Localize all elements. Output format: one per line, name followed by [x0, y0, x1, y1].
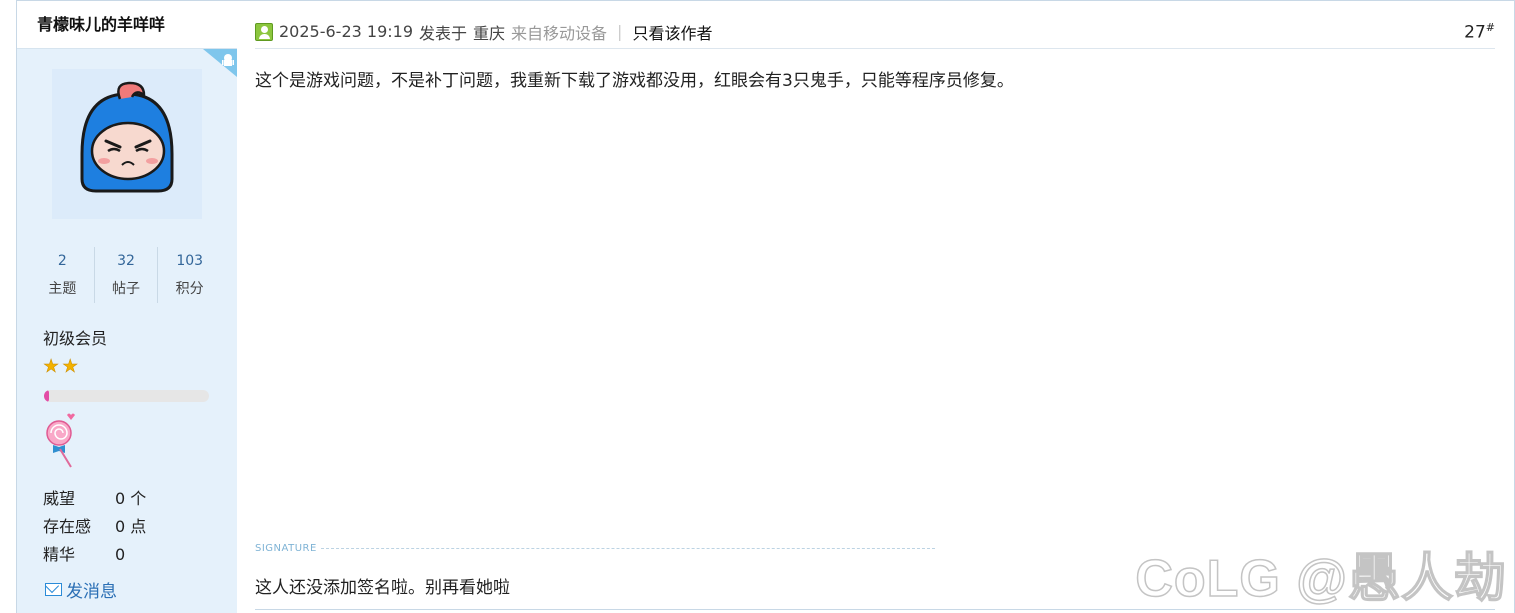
info-value: 0	[115, 545, 126, 564]
stat-posts-label: 帖子	[112, 281, 140, 297]
android-icon	[203, 49, 237, 77]
rank-stars: ★ ★	[43, 356, 79, 377]
info-key: 存在感	[43, 517, 92, 536]
floor-number[interactable]: 27#	[1464, 21, 1495, 43]
stat-posts-value: 32	[117, 253, 135, 269]
user-info: 威望 0 个 存在感 0 点 精华 0	[43, 485, 146, 569]
info-row: 精华 0	[43, 541, 146, 569]
stat-threads[interactable]: 2 主题	[31, 247, 95, 303]
stat-credits[interactable]: 103 积分	[158, 247, 221, 303]
user-sidebar: 青檬味儿的羊咩咩 2 主题 32 帖子 103 积分 初级会员 ★ ★ 威望 0…	[17, 1, 237, 613]
rank-progress-fill	[44, 390, 49, 402]
post-body: 这个是游戏问题，不是补丁问题，我重新下载了游戏都没用，红眼会有3只鬼手，只能等程…	[255, 71, 1014, 91]
user-online-icon	[255, 22, 273, 41]
envelope-icon	[45, 583, 62, 596]
info-row: 存在感 0 点	[43, 513, 146, 541]
post-device: 来自移动设备	[511, 23, 608, 43]
floor-number-value: 27	[1464, 22, 1486, 43]
posted-in-label: 发表于	[419, 23, 468, 43]
send-message-label: 发消息	[66, 582, 117, 602]
signature-divider	[320, 548, 935, 549]
post-main: 2025-6-23 19:19 发表于 重庆 来自移动设备 | 只看该作者 27…	[255, 1, 1495, 613]
user-rank[interactable]: 初级会员	[43, 325, 107, 349]
info-key: 威望	[43, 489, 76, 508]
info-value: 0 个	[115, 489, 147, 508]
forum-post: 青檬味儿的羊咩咩 2 主题 32 帖子 103 积分 初级会员 ★ ★ 威望 0…	[16, 0, 1515, 613]
username[interactable]: 青檬味儿的羊咩咩	[17, 1, 237, 49]
rank-progress-bar	[44, 390, 209, 402]
watermark: CoLG @愚人劫	[1135, 549, 1507, 609]
avatar[interactable]	[52, 69, 202, 219]
floor-mark: #	[1485, 21, 1495, 34]
star-icon: ★	[43, 356, 60, 377]
post-header: 2025-6-23 19:19 发表于 重庆 来自移动设备 | 只看该作者 27…	[255, 15, 1495, 49]
signature-label-text: SIGNATURE	[255, 543, 317, 554]
stat-threads-label: 主题	[48, 281, 77, 297]
info-row: 威望 0 个	[43, 485, 146, 513]
info-value: 0 点	[115, 517, 147, 536]
lollipop-medal-icon[interactable]	[43, 411, 83, 469]
stat-credits-label: 积分	[175, 281, 204, 297]
view-author-only-link[interactable]: 只看该作者	[632, 20, 712, 44]
avatar-image	[80, 81, 174, 193]
send-message-link[interactable]: 发消息	[45, 577, 117, 602]
header-separator: |	[617, 22, 623, 41]
stat-credits-value: 103	[176, 253, 204, 269]
user-stats: 2 主题 32 帖子 103 积分	[31, 247, 221, 303]
signature-text: 这人还没添加签名啦。别再看她啦	[255, 578, 510, 598]
post-datetime: 2025-6-23 19:19	[279, 22, 413, 41]
signature-label: SIGNATURE	[255, 543, 935, 554]
star-icon: ★	[62, 356, 79, 377]
post-location: 重庆	[473, 23, 506, 43]
stat-posts[interactable]: 32 帖子	[95, 247, 159, 303]
stat-threads-value: 2	[57, 253, 67, 269]
info-key: 精华	[43, 545, 76, 564]
